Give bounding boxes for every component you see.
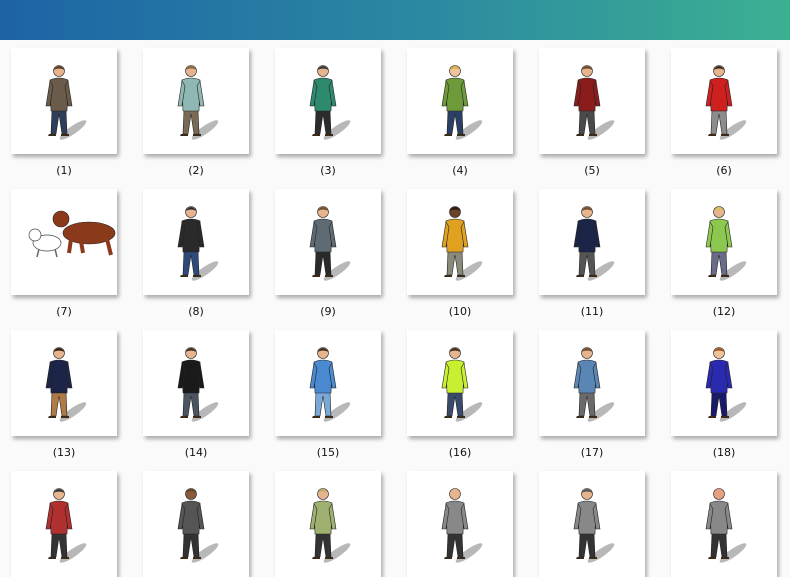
person-partial-icon: [45, 488, 87, 563]
man-grey-shirt-icon: [309, 206, 351, 281]
standing-man-hands-in-pockets-icon: [177, 65, 219, 140]
thumbnail-caption: (9): [320, 305, 336, 318]
man-navy-sweater-icon: [573, 206, 615, 281]
gallery-thumbnail[interactable]: [407, 330, 513, 436]
man-red-shirt-arms-out-icon: [705, 65, 747, 140]
man-yellow-jacket-icon: [441, 206, 483, 281]
cyclist-drinking-icon: [309, 65, 351, 140]
gallery-thumbnail[interactable]: [143, 471, 249, 577]
bald-person-partial-icon: [441, 488, 483, 563]
thumbnail-caption: (10): [448, 305, 472, 318]
standing-man-brown-jacket-icon: [45, 65, 87, 140]
surveyor-hi-vis-icon: [441, 347, 483, 422]
gallery-thumbnail[interactable]: [671, 471, 777, 577]
header-banner: [0, 0, 790, 40]
gallery-thumbnail[interactable]: [11, 471, 117, 577]
thumbnail-caption: (5): [584, 164, 600, 177]
thumbnail-caption: (11): [580, 305, 604, 318]
man-red-sweater-icon: [573, 65, 615, 140]
thumbnail-caption: (14): [184, 446, 208, 459]
thumbnail-caption: (13): [52, 446, 76, 459]
woman-green-coat-icon: [441, 65, 483, 140]
gallery-thumbnail[interactable]: [671, 48, 777, 154]
gallery-thumbnail[interactable]: [275, 189, 381, 295]
person-partial-icon: [705, 488, 747, 563]
thumbnail-caption: (15): [316, 446, 340, 459]
man-denim-jacket-icon: [573, 347, 615, 422]
person-partial-icon: [309, 488, 351, 563]
dogs-playing-icon: [28, 210, 116, 258]
thumbnail-caption: (7): [56, 305, 72, 318]
thumbnail-caption: (6): [716, 164, 732, 177]
thumbnail-caption: (3): [320, 164, 336, 177]
gallery-thumbnail[interactable]: [407, 471, 513, 577]
gallery-thumbnail[interactable]: [407, 48, 513, 154]
thumbnail-caption: (4): [452, 164, 468, 177]
person-with-hat-partial-icon: [177, 488, 219, 563]
woman-blue-top-icon: [705, 347, 747, 422]
gallery-thumbnail[interactable]: [275, 471, 381, 577]
surveyor-with-tripod-icon: [705, 206, 747, 281]
gallery-thumbnail[interactable]: [11, 48, 117, 154]
thumbnail-caption: (17): [580, 446, 604, 459]
thumbnail-caption: (12): [712, 305, 736, 318]
man-sitting-stool-icon: [309, 347, 351, 422]
gallery-thumbnail[interactable]: [671, 189, 777, 295]
bearded-man-navy-sweater-icon: [45, 347, 87, 422]
gallery-thumbnail[interactable]: [143, 48, 249, 154]
gallery-thumbnail[interactable]: [11, 330, 117, 436]
gallery-thumbnail[interactable]: [143, 330, 249, 436]
gallery-thumbnail[interactable]: [539, 471, 645, 577]
person-partial-icon: [573, 488, 615, 563]
thumbnail-caption: (16): [448, 446, 472, 459]
thumbnail-caption: (8): [188, 305, 204, 318]
gallery-thumbnail[interactable]: [539, 48, 645, 154]
gallery-thumbnail[interactable]: [275, 330, 381, 436]
gallery-thumbnail[interactable]: [143, 189, 249, 295]
gallery-thumbnail[interactable]: [671, 330, 777, 436]
man-black-tshirt-icon: [177, 347, 219, 422]
gallery-thumbnail[interactable]: [275, 48, 381, 154]
thumbnail-caption: (1): [56, 164, 72, 177]
thumbnail-caption: (18): [712, 446, 736, 459]
thumbnail-caption: (2): [188, 164, 204, 177]
gallery-thumbnail[interactable]: [539, 189, 645, 295]
gallery-thumbnail[interactable]: [11, 189, 117, 295]
image-gallery: (1) (2) (3) (4) (5) (6) (7) (8) (9) (10) (11) (12) (…: [0, 40, 790, 577]
gallery-thumbnail[interactable]: [407, 189, 513, 295]
man-black-jacket-icon: [177, 206, 219, 281]
gallery-thumbnail[interactable]: [539, 330, 645, 436]
